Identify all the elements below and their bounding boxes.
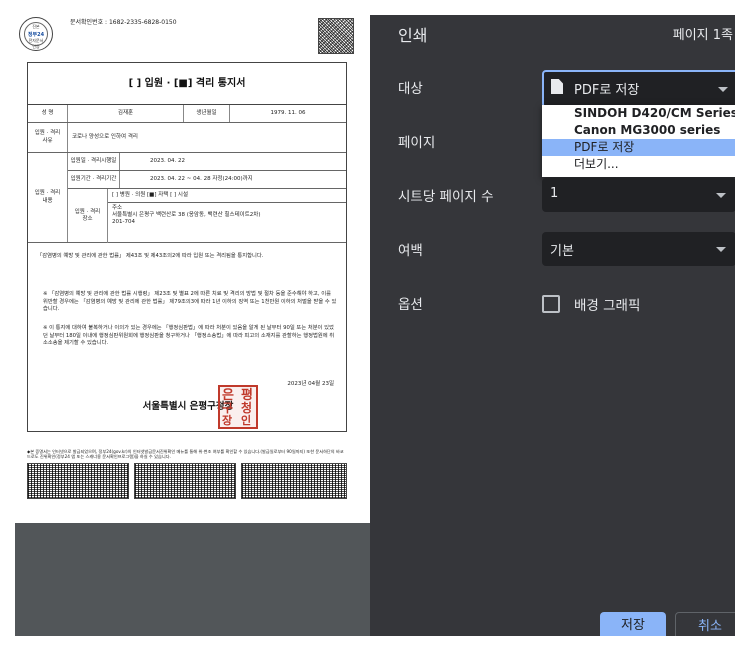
document-title: [ ] 입원 · [■] 격리 통지서 [28,63,346,105]
note-2: ※ 이 통지에 대하여 불복하거나 이의가 있는 경우에는 「행정심판법」에 따… [43,325,335,347]
page-count: 페이지 1족 [672,28,733,43]
dialog-title: 인쇄 [398,26,428,45]
destination-select[interactable]: PDF로 저장 [542,70,735,108]
option-save-pdf[interactable]: PDF로 저장 [542,139,735,156]
margins-select[interactable]: 기본 [542,232,735,266]
barcode-3 [241,463,347,499]
options-label: 옵션 [398,297,423,313]
print-dialog: 진본 정부24 전자문서 인증 문서확인번호 : 1682-2335-6828-… [15,15,735,636]
notice-form: [ ] 입원 · [■] 격리 통지서 성 명 김재훈 생년월일 1979. 1… [27,62,347,432]
pdf-document-icon [551,79,563,94]
print-preview[interactable]: 진본 정부24 전자문서 인증 문서확인번호 : 1682-2335-6828-… [15,15,370,636]
reason-row: 입원 · 격리 사유 코로나 양성으로 인하여 격리 [28,123,346,153]
content-row: 입원 · 격리 내용 입원일 · 격리시행일 2023. 04. 22 입원기간… [28,153,346,243]
barcode-2 [134,463,236,499]
background-graphics-label[interactable]: 배경 그래픽 [574,294,640,314]
background-graphics-checkbox[interactable] [542,295,560,313]
law-text: 「감염병의 예방 및 관리에 관한 법률」 제43조 및 제43조의2에 따라 … [37,253,264,259]
option-see-more[interactable]: 더보기... [542,156,735,173]
pages-per-sheet-label: 시트당 페이지 수 [398,189,494,205]
document-number: 문서확인번호 : 1682-2335-6828-0150 [70,19,177,26]
margins-label: 여백 [398,243,423,259]
dropdown-arrow-icon [716,247,726,252]
print-settings-panel: 인쇄 페이지 1족 대상 PDF로 저장 SINDOH D420/CM Seri… [370,15,735,636]
dropdown-arrow-icon [718,87,728,92]
preview-page: 진본 정부24 전자문서 인증 문서확인번호 : 1682-2335-6828-… [15,15,370,523]
dropdown-arrow-icon [716,193,726,198]
barcode-top [318,18,354,54]
option-canon[interactable]: Canon MG3000 series [542,122,735,139]
note-1: ※ 「감염병의 예방 및 관리에 관한 법률 시행령」 제23조 및 별표 2에… [43,291,337,313]
barcode-1 [27,463,129,499]
issue-date: 2023년 04월 23일 [287,381,334,387]
pages-label: 페이지 [398,135,436,151]
footer-note: ◆본 증명서는 인터넷으로 발급되었으며, 정부24(gov.kr)의 인터넷발… [27,449,344,460]
authentic-seal-icon: 진본 정부24 전자문서 인증 [19,17,53,51]
option-sindoh[interactable]: SINDOH D420/CM Series PC [542,105,735,122]
pages-per-sheet-select[interactable]: 1 [542,178,735,212]
cancel-button[interactable]: 취소 [675,612,735,636]
destination-label: 대상 [398,81,423,97]
name-row: 성 명 김재훈 생년월일 1979. 11. 06 [28,105,346,123]
save-button[interactable]: 저장 [600,612,666,636]
official-stamp: 은 평 구 청 장 인 [218,385,258,429]
destination-dropdown: SINDOH D420/CM Series PC Canon MG3000 se… [542,105,735,177]
issuer-name: 서울특별시 은평구청장 [142,401,234,412]
